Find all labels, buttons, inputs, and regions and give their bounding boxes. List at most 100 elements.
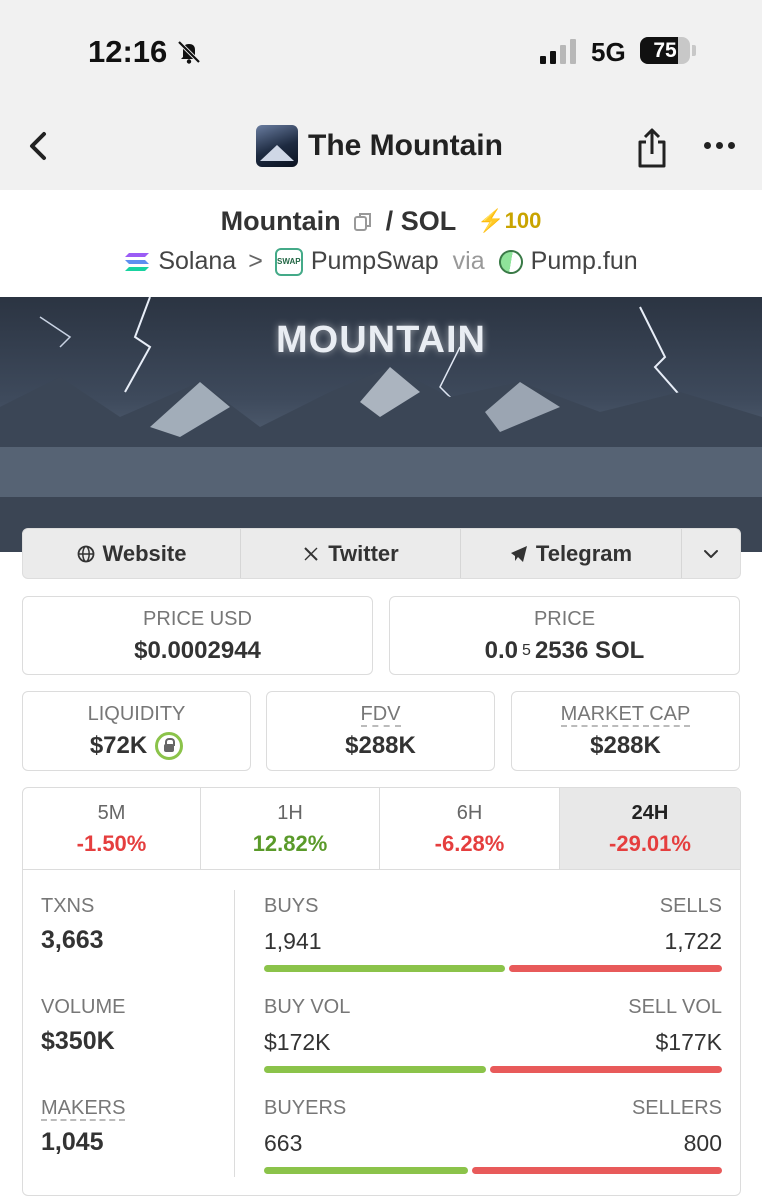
battery-icon: 75 bbox=[640, 37, 690, 64]
fdv-label[interactable]: FDV bbox=[360, 703, 401, 727]
tab-change: -1.50% bbox=[76, 831, 147, 856]
price-native-prefix: 0.0 bbox=[484, 637, 519, 664]
buys-value: 1,941 bbox=[264, 928, 322, 954]
volume-bar bbox=[264, 1066, 722, 1073]
buyers-sellers-bar bbox=[264, 1167, 722, 1174]
copy-icon[interactable] bbox=[354, 212, 372, 232]
tab-label: 1H bbox=[277, 802, 303, 824]
cell-signal-icon bbox=[540, 38, 576, 64]
buys-sells-stat: BUYS SELLS 1,941 1,722 bbox=[264, 895, 722, 972]
breadcrumb-launchpad[interactable]: Pump.fun bbox=[531, 247, 638, 276]
buyers-sellers-stat: BUYERS SELLERS 663 800 bbox=[264, 1097, 722, 1174]
pumpswap-icon: SWAP bbox=[274, 247, 303, 276]
breadcrumb-dex[interactable]: PumpSwap bbox=[311, 247, 439, 276]
buyers-bar-fill bbox=[264, 1167, 468, 1174]
more-dots-icon[interactable] bbox=[704, 142, 735, 149]
battery-tip bbox=[692, 45, 696, 56]
sellers-value: 800 bbox=[683, 1130, 722, 1156]
lock-icon[interactable] bbox=[155, 732, 184, 760]
status-bar: 12:16 5G 75 bbox=[0, 0, 762, 104]
tab-5m[interactable]: 5M -1.50% bbox=[23, 788, 201, 869]
buy-vol-bar-fill bbox=[264, 1066, 486, 1073]
social-links: Website Twitter Telegram bbox=[22, 528, 741, 579]
price-usd-value: $0.0002944 bbox=[134, 637, 261, 664]
sells-bar-fill bbox=[509, 965, 722, 972]
telegram-link[interactable]: Telegram bbox=[461, 529, 682, 578]
website-label: Website bbox=[102, 540, 187, 566]
liquidity-label: LIQUIDITY bbox=[87, 703, 186, 725]
volume-label: VOLUME bbox=[41, 996, 126, 1018]
buyers-label: BUYERS bbox=[264, 1097, 347, 1119]
price-native-card: PRICE 0.0 5 2536 SOL bbox=[389, 596, 740, 675]
bell-muted-icon bbox=[177, 40, 201, 64]
more-links-button[interactable] bbox=[682, 529, 740, 578]
stats-summary: TXNS 3,663 VOLUME $350K MAKERS 1,045 bbox=[23, 890, 235, 1177]
status-time: 12:16 bbox=[88, 34, 203, 70]
telegram-icon bbox=[510, 545, 527, 562]
tab-6h[interactable]: 6H -6.28% bbox=[380, 788, 560, 869]
tab-label: 5M bbox=[97, 802, 126, 824]
breadcrumb-chain[interactable]: Solana bbox=[158, 247, 236, 276]
network-type: 5G bbox=[591, 37, 626, 67]
buy-vol-value: $172K bbox=[264, 1029, 331, 1055]
txns-label: TXNS bbox=[41, 895, 95, 917]
twitter-link[interactable]: Twitter bbox=[241, 529, 461, 578]
tab-change: 12.82% bbox=[252, 831, 328, 856]
pair-separator: / bbox=[385, 206, 394, 236]
token-title-text: The Mountain bbox=[308, 129, 503, 162]
token-banner: MOUNTAIN bbox=[0, 297, 762, 552]
liquidity-value: $72K bbox=[89, 732, 148, 759]
buys-label: BUYS bbox=[264, 895, 319, 917]
tab-1h[interactable]: 1H 12.82% bbox=[201, 788, 380, 869]
sells-value: 1,722 bbox=[664, 928, 722, 954]
status-time-text: 12:16 bbox=[88, 34, 168, 69]
breadcrumb-via: via bbox=[452, 247, 485, 275]
chevron-down-icon bbox=[704, 549, 718, 558]
sells-label: SELLS bbox=[659, 895, 722, 917]
pair-quote: SOL bbox=[400, 206, 456, 236]
txns-value: 3,663 bbox=[41, 926, 104, 954]
price-usd-card: PRICE USD $0.0002944 bbox=[22, 596, 373, 675]
token-avatar bbox=[256, 125, 298, 167]
twitter-label: Twitter bbox=[328, 540, 399, 566]
makers-stat: MAKERS 1,045 bbox=[41, 1097, 126, 1157]
buy-sell-volume-stat: BUY VOL SELL VOL $172K $177K bbox=[264, 996, 722, 1073]
boost-badge[interactable]: ⚡100 bbox=[477, 208, 541, 233]
buyers-value: 663 bbox=[264, 1130, 303, 1156]
nav-bar: The Mountain bbox=[0, 104, 762, 190]
globe-icon bbox=[77, 545, 94, 562]
sellers-bar-fill bbox=[472, 1167, 722, 1174]
tab-label: 6H bbox=[456, 802, 483, 824]
market-cap-card: MARKET CAP $288K bbox=[511, 691, 740, 771]
txns-stat: TXNS 3,663 bbox=[41, 895, 104, 955]
volume-stat: VOLUME $350K bbox=[41, 996, 125, 1056]
price-native-zeros: 5 bbox=[522, 642, 531, 659]
price-native-label: PRICE bbox=[533, 608, 596, 630]
market-cap-label[interactable]: MARKET CAP bbox=[560, 703, 691, 727]
makers-value: 1,045 bbox=[41, 1128, 104, 1156]
pair-header: Mountain / SOL ⚡100 bbox=[0, 206, 762, 237]
makers-label[interactable]: MAKERS bbox=[41, 1097, 126, 1121]
solana-icon bbox=[125, 252, 150, 271]
price-usd-label: PRICE USD bbox=[143, 608, 252, 630]
sell-vol-value: $177K bbox=[655, 1029, 722, 1055]
buy-vol-label: BUY VOL bbox=[264, 996, 351, 1018]
breadcrumb: Solana > SWAP PumpSwap via Pump.fun bbox=[0, 244, 762, 279]
sell-vol-bar-fill bbox=[490, 1066, 722, 1073]
website-link[interactable]: Website bbox=[23, 529, 241, 578]
sellers-label: SELLERS bbox=[631, 1097, 722, 1119]
buys-bar-fill bbox=[264, 965, 505, 972]
chevron-left-icon[interactable] bbox=[20, 126, 60, 166]
tab-change: -6.28% bbox=[434, 831, 505, 856]
tab-24h[interactable]: 24H -29.01% bbox=[560, 788, 740, 869]
timeframe-tabs: 5M -1.50% 1H 12.82% 6H -6.28% 24H -29.01… bbox=[23, 788, 740, 870]
telegram-label: Telegram bbox=[535, 540, 633, 566]
price-native-value: 2536 SOL bbox=[534, 637, 645, 664]
share-icon[interactable] bbox=[634, 126, 670, 170]
stats-panel: 5M -1.50% 1H 12.82% 6H -6.28% 24H -29.01… bbox=[22, 787, 741, 1196]
pair-base: Mountain bbox=[220, 206, 341, 236]
fdv-card: FDV $288K bbox=[266, 691, 495, 771]
volume-value: $350K bbox=[41, 1027, 115, 1055]
tab-label: 24H bbox=[631, 802, 669, 824]
banner-title: MOUNTAIN bbox=[276, 319, 486, 361]
